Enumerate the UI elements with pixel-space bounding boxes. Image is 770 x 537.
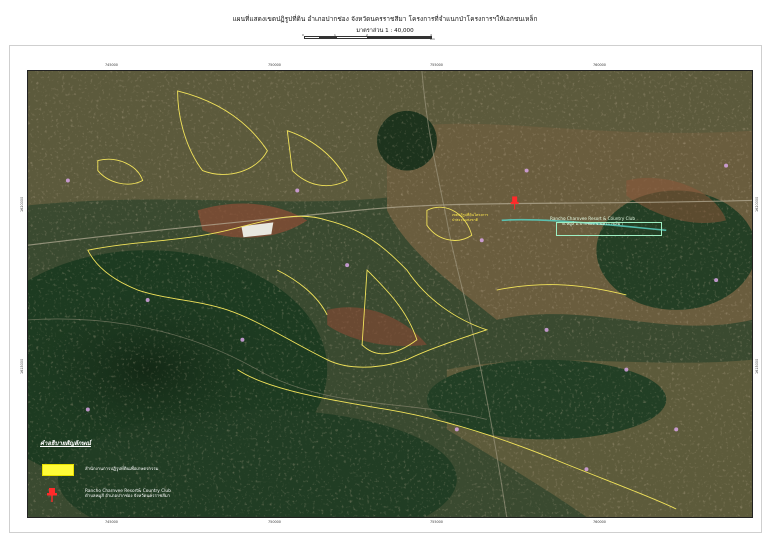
site-label-box [556,222,662,236]
boundary-annotation-line1: เขตปฏิรูปที่ดินโครงการ [452,213,489,217]
pushpin-icon [47,488,57,502]
legend-item-site-location: ตำบลหมูสี อำเภอปากช่อง จังหวัดนครราชสีมา [85,494,171,500]
top-tick: 755000 [430,63,443,67]
scalebar-label-0: 0 [302,33,304,37]
alro-swatch [42,464,74,476]
top-tick: 760000 [593,63,606,67]
boundary-annotation-line2: ป่าสงวนแห่งชาติ [452,217,478,222]
right-tick: 1620000 [755,196,759,212]
bottom-tick: 760000 [593,520,606,524]
legend: คำอธิบายสัญลักษณ์ สำนักงานการปฏิรูปที่ดิ… [37,438,247,516]
scale-bar: 0 1 2 4 Km [302,33,435,41]
top-tick: 750000 [268,63,281,67]
map-title: แผนที่แสดงเขตปฏิรูปที่ดิน อำเภอปากช่อง จ… [232,15,538,23]
scale-text: มาตราส่วน 1 : 40,000 [356,28,414,34]
bottom-tick: 755000 [430,520,443,524]
left-tick: 1615000 [20,358,24,374]
bottom-tick: 750000 [268,520,281,524]
scalebar-label-2: 2 [366,33,368,37]
legend-item-site: Rancho Charnvee Resort& Country Club ตำบ… [85,489,171,500]
legend-item-alro: สำนักงานการปฏิรูปที่ดินเพื่อเกษตรกรรม [85,467,159,472]
right-tick: 1615000 [755,358,759,374]
legend-title: คำอธิบายสัญลักษณ์ [40,440,91,447]
boundary-annotation: เขตปฏิรูปที่ดินโครงการ ป่าสงวนแห่งชาติ [452,213,488,222]
left-tick: 1620000 [20,196,24,212]
scalebar-label-3: 4 Km [430,33,435,41]
bottom-tick: 745000 [105,520,118,524]
scalebar-label-1: 1 [334,33,336,37]
top-tick: 745000 [105,63,118,67]
